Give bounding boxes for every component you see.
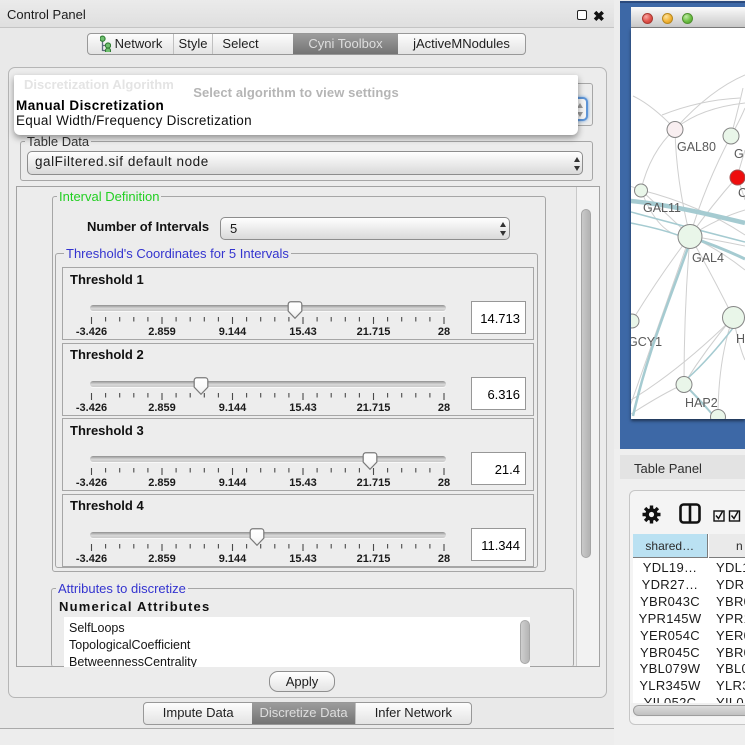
svg-text:HAP2: HAP2 <box>685 396 718 410</box>
svg-text:C: C <box>738 186 745 200</box>
svg-text:GAL11: GAL11 <box>643 201 681 215</box>
svg-text:H: H <box>736 332 745 346</box>
svg-text:GAL4: GAL4 <box>692 251 724 265</box>
svg-text:G: G <box>734 147 744 161</box>
svg-text:GAL80: GAL80 <box>677 140 716 154</box>
svg-text:GCY1: GCY1 <box>631 335 662 349</box>
